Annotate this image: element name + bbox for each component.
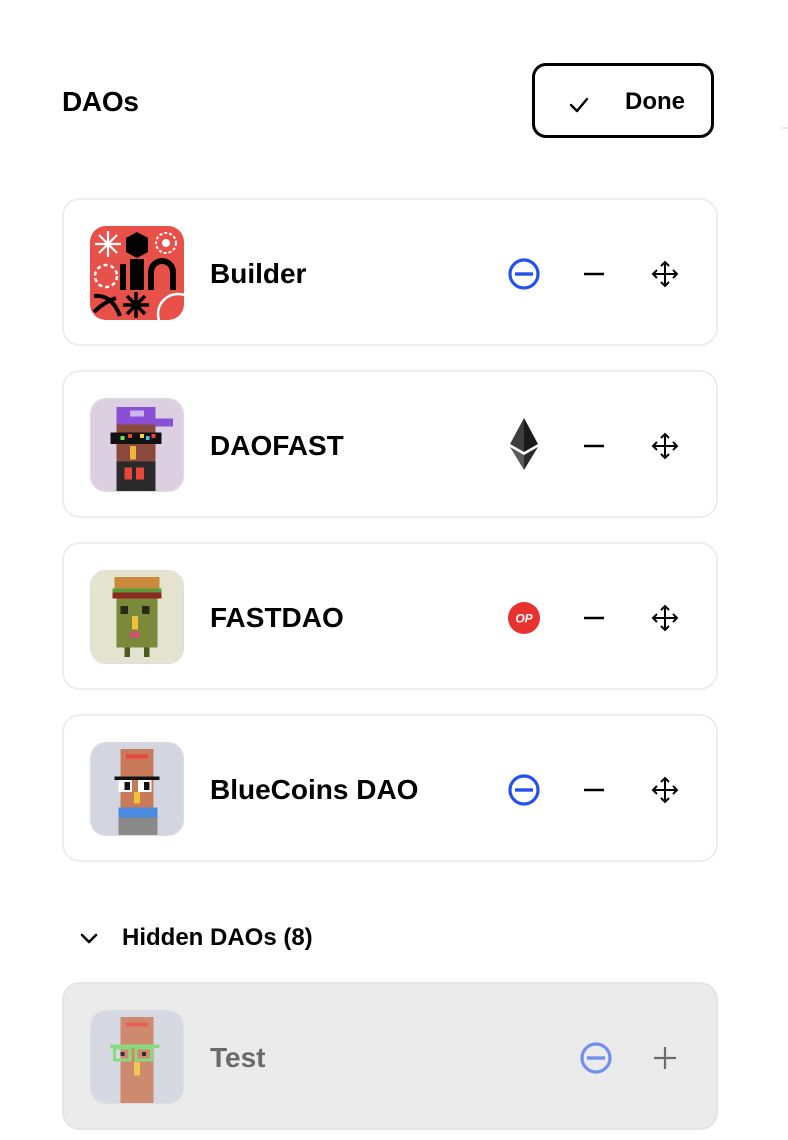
remove-icon[interactable] <box>580 772 608 808</box>
dao-name: Builder <box>210 258 307 289</box>
drag-handle-icon[interactable] <box>650 428 680 464</box>
drag-handle-icon[interactable] <box>650 600 680 636</box>
done-label: Done <box>625 88 685 115</box>
edge-divider <box>782 127 788 129</box>
dao-card-bluecoins: BlueCoins DAO <box>62 714 718 862</box>
base-icon <box>508 258 540 290</box>
dao-name: FASTDAO <box>210 602 344 633</box>
dao-card-builder: Builder <box>62 198 718 346</box>
pixel-character-avatar-icon <box>91 743 183 835</box>
hidden-daos-label: Hidden DAOs (8) <box>122 924 313 951</box>
remove-icon[interactable] <box>580 256 608 292</box>
drag-handle-icon[interactable] <box>650 256 680 292</box>
check-icon <box>569 97 589 113</box>
dao-name: Test <box>210 1042 266 1073</box>
page-title: DAOs <box>62 86 139 117</box>
dao-card-fastdao: FASTDAO OP <box>62 542 718 690</box>
dao-avatar <box>90 1010 184 1104</box>
dao-name: BlueCoins DAO <box>210 774 419 805</box>
dao-card-test: Test <box>62 982 718 1130</box>
svg-text:OP: OP <box>515 612 533 626</box>
optimism-icon: OP <box>508 602 540 634</box>
builder-logo-icon <box>90 226 184 320</box>
dao-name: DAOFAST <box>210 430 344 461</box>
dao-avatar <box>90 226 184 320</box>
base-icon <box>508 774 540 806</box>
pixel-character-avatar-icon <box>91 399 183 491</box>
dao-avatar <box>90 742 184 836</box>
drag-handle-icon[interactable] <box>650 772 680 808</box>
ethereum-icon <box>510 418 538 470</box>
add-icon[interactable] <box>650 1040 680 1076</box>
hidden-daos-toggle[interactable]: Hidden DAOs (8) <box>78 924 313 952</box>
remove-icon[interactable] <box>580 600 608 636</box>
base-icon <box>580 1042 612 1074</box>
pixel-character-avatar-icon <box>91 571 183 663</box>
remove-icon[interactable] <box>580 428 608 464</box>
dao-card-daofast: DAOFAST <box>62 370 718 518</box>
done-button[interactable]: Done <box>532 63 714 138</box>
dao-avatar <box>90 398 184 492</box>
dao-avatar <box>90 570 184 664</box>
chevron-down-icon <box>80 933 98 944</box>
pixel-character-avatar-icon <box>91 1011 183 1103</box>
